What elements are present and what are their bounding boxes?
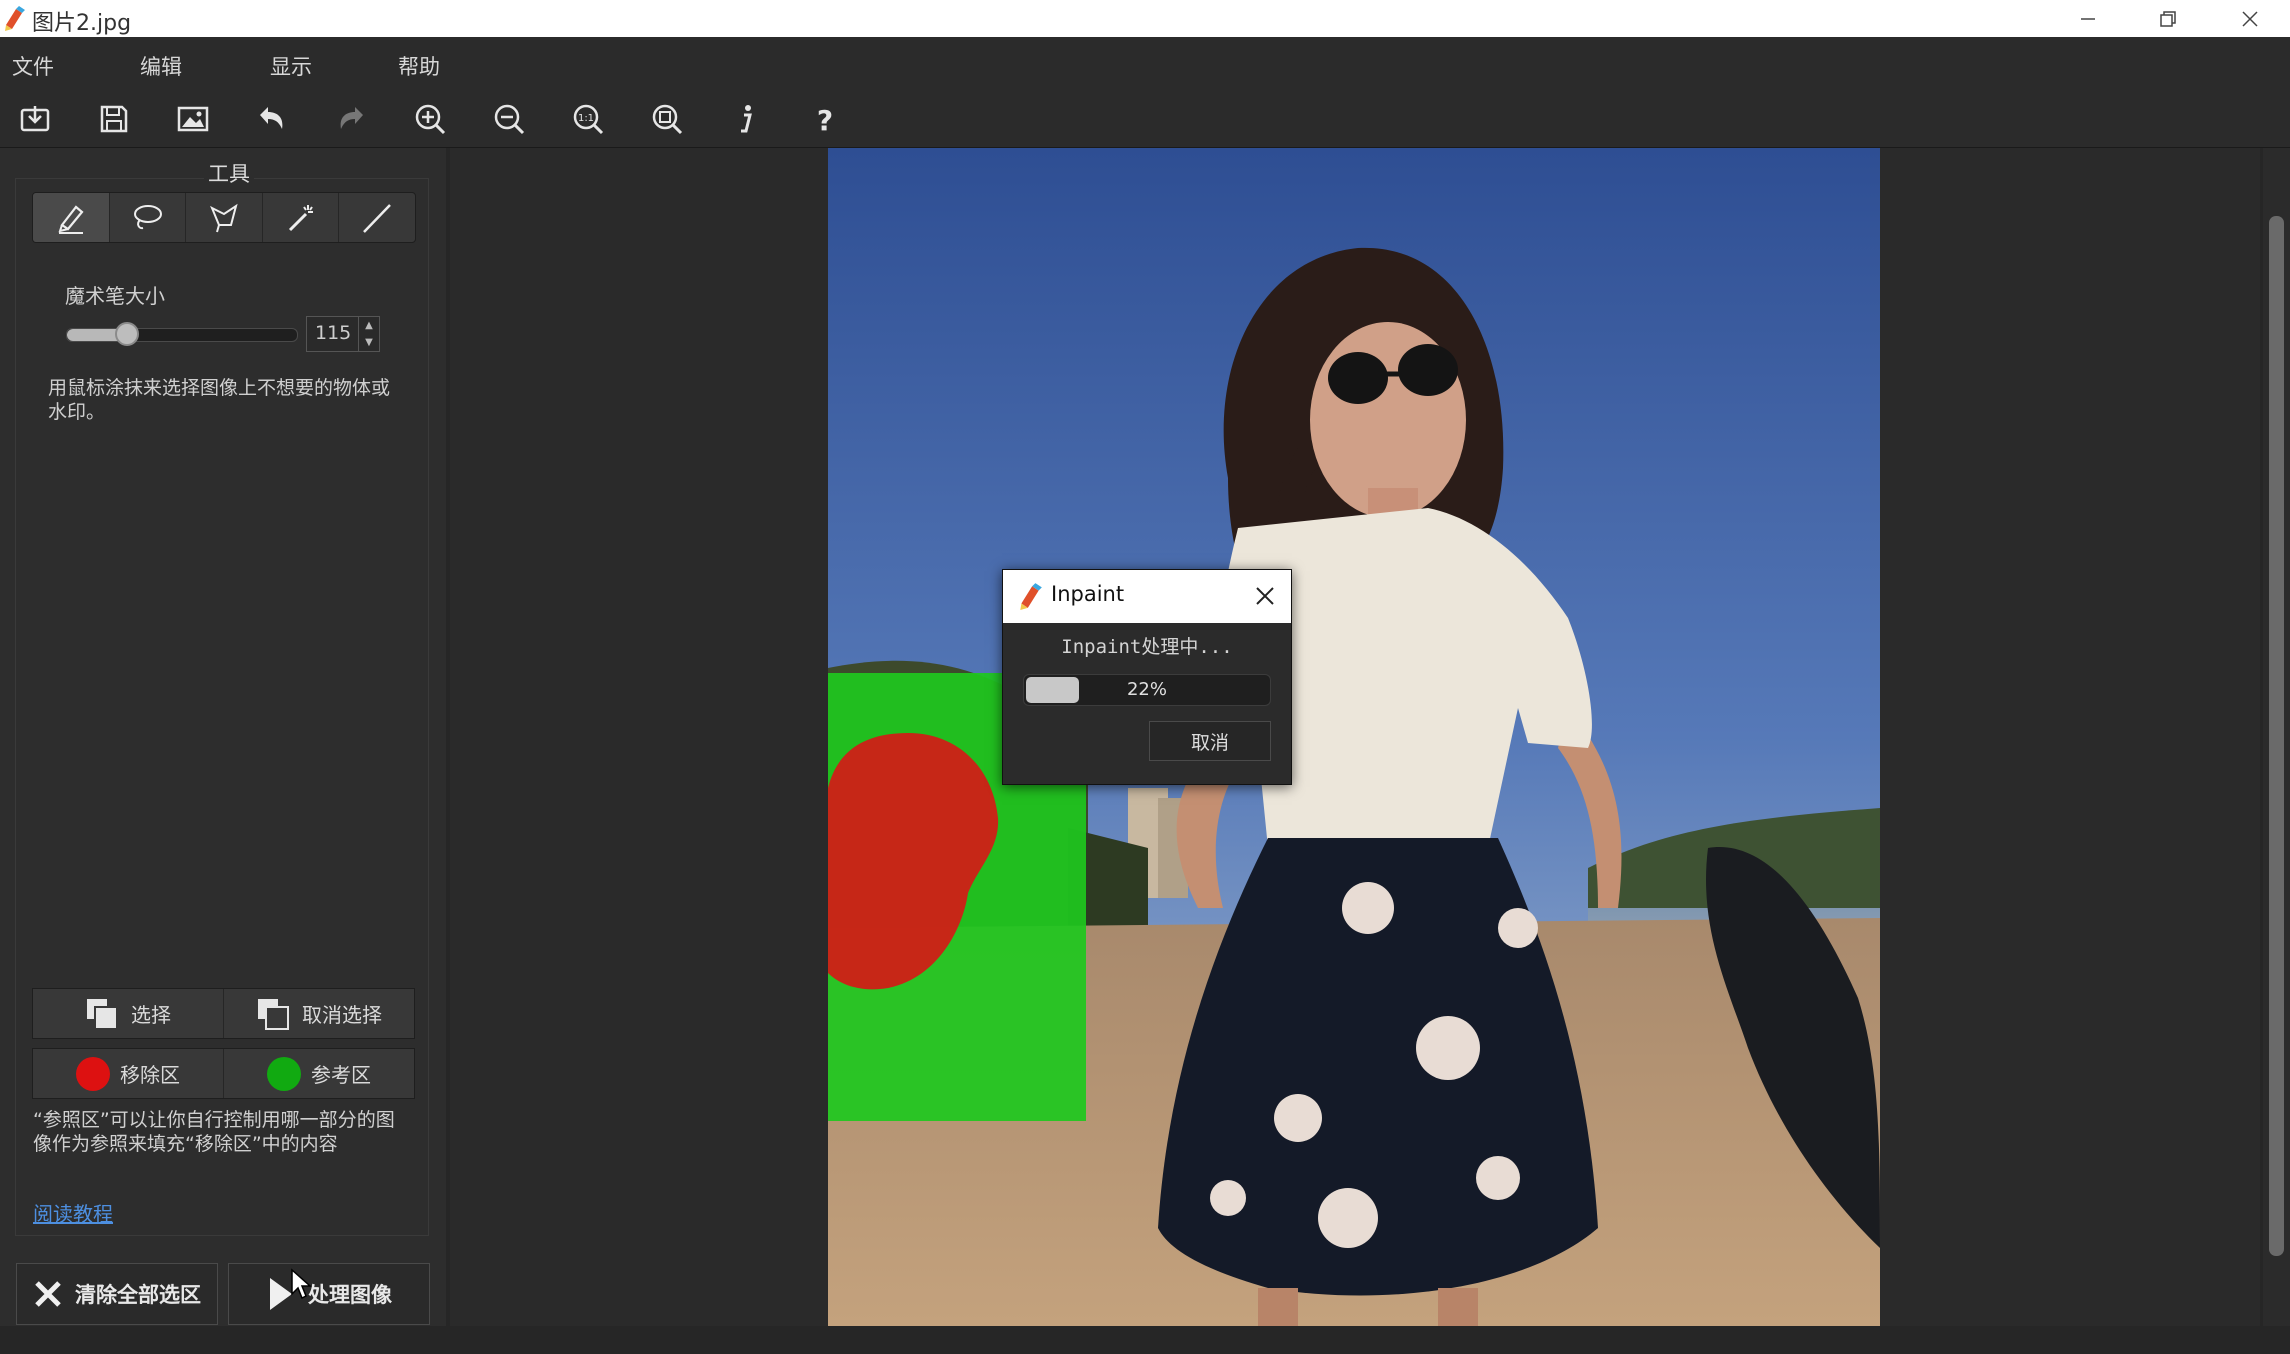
tool-lasso[interactable] (110, 193, 187, 242)
progress-bar: 22% (1023, 674, 1271, 706)
zoom-out-button[interactable] (485, 96, 533, 142)
select-icon (87, 998, 118, 1030)
menu-edit[interactable]: 编辑 (140, 51, 182, 81)
select-label: 选择 (131, 1003, 171, 1027)
app-logo-icon (1020, 583, 1042, 610)
photo-image (828, 148, 1880, 1326)
status-bar (0, 1326, 2290, 1354)
zoom-in-button[interactable] (406, 96, 454, 142)
dialog-message: Inpaint处理中... (1061, 636, 1233, 658)
deselect-icon (258, 998, 289, 1030)
marker-icon (58, 204, 84, 234)
menu-file[interactable]: 文件 (12, 51, 54, 81)
restore-button[interactable] (2128, 0, 2208, 37)
brush-size-slider[interactable] (66, 322, 298, 346)
remove-region-color-icon (76, 1056, 110, 1091)
title-bar: 图片2.jpg (0, 0, 2290, 37)
select-button[interactable]: 选择 (33, 989, 224, 1038)
zoom-in-icon (415, 104, 446, 135)
clear-all-selections-button[interactable]: 清除全部选区 (16, 1263, 218, 1325)
image-button[interactable] (169, 96, 217, 142)
dialog-cancel-button[interactable]: 取消 (1149, 721, 1271, 761)
zoom-out-icon (494, 104, 525, 135)
open-icon (20, 106, 50, 132)
tool-line[interactable] (339, 193, 415, 242)
tool-selector (32, 192, 416, 243)
actual-size-button[interactable]: 1:1 (564, 96, 612, 142)
region-buttons: 移除区 参考区 (32, 1048, 415, 1099)
tool-marker[interactable] (33, 193, 110, 242)
mouse-cursor-icon (291, 1268, 312, 1300)
open-button[interactable] (11, 96, 59, 142)
brush-size-slider-handle[interactable] (114, 322, 139, 346)
minimize-icon (2081, 17, 2095, 20)
brush-size-spinbox[interactable]: 115 ▲ ▼ (306, 316, 380, 352)
scrollbar-thumb[interactable] (2269, 216, 2284, 1256)
fit-window-button[interactable] (643, 96, 691, 142)
stepper-up-icon[interactable]: ▲ (359, 317, 379, 334)
window-title: 图片2.jpg (32, 11, 132, 36)
line-icon (363, 203, 392, 233)
photo-canvas[interactable] (828, 148, 1880, 1326)
info-button[interactable] (722, 96, 770, 142)
reference-region-label: 参考区 (311, 1063, 371, 1087)
tool-hint-text: 用鼠标涂抹来选择图像上不想要的物体或水印。 (48, 377, 391, 423)
brush-size-value: 115 (315, 322, 352, 344)
selection-buttons: 选择 取消选择 (32, 988, 415, 1039)
toolbar: 1:1 ? (0, 90, 2290, 148)
process-image-button[interactable]: 处理图像 (228, 1263, 430, 1325)
reference-region-description: “参照区”可以让你自行控制用哪一部分的图像作为参照来填充“移除区”中的内容 (33, 1109, 395, 1155)
redo-icon (340, 107, 363, 129)
remove-region-button[interactable]: 移除区 (33, 1049, 224, 1098)
stepper-down-icon[interactable]: ▼ (359, 334, 379, 351)
tool-magic-wand[interactable] (263, 193, 340, 242)
vertical-scrollbar[interactable] (2263, 148, 2290, 1326)
tool-panel: 工具 魔术笔大小 115 ▲ ▼ 用鼠标涂抹来选择图像上不想要的物体或水印。 选… (0, 148, 446, 1354)
polygon-lasso-icon (210, 203, 238, 232)
process-image-label: 处理图像 (308, 1283, 392, 1307)
undo-icon (260, 107, 283, 129)
help-icon: ? (817, 104, 833, 137)
remove-region-label: 移除区 (120, 1063, 180, 1087)
image-icon (177, 106, 209, 132)
menu-view[interactable]: 显示 (270, 51, 312, 81)
magic-wand-icon (288, 204, 313, 231)
fit-window-icon (652, 104, 683, 135)
progress-percent-label: 22% (1126, 679, 1167, 700)
clear-all-label: 清除全部选区 (75, 1283, 201, 1307)
reference-region-button[interactable]: 参考区 (224, 1049, 414, 1098)
close-button[interactable] (2210, 0, 2290, 37)
lasso-icon (134, 204, 163, 229)
actual-size-icon: 1:1 (573, 104, 604, 135)
tool-polygon-lasso[interactable] (186, 193, 263, 242)
brush-size-stepper[interactable]: ▲ ▼ (358, 317, 379, 351)
tutorial-link[interactable]: 阅读教程 (33, 1198, 113, 1227)
minimize-button[interactable] (2048, 0, 2128, 37)
undo-button[interactable] (248, 96, 296, 142)
clear-x-icon (35, 1281, 61, 1307)
menu-bar: 文件 编辑 显示 帮助 (0, 37, 2290, 90)
deselect-label: 取消选择 (302, 1003, 382, 1027)
tools-section-title: 工具 (204, 158, 254, 188)
svg-text:?: ? (817, 104, 833, 137)
save-button[interactable] (90, 96, 138, 142)
save-icon (100, 105, 128, 133)
dialog-close-icon[interactable] (1253, 584, 1277, 608)
info-icon (741, 105, 752, 133)
menu-help[interactable]: 帮助 (398, 51, 440, 81)
app-logo-icon (5, 6, 25, 31)
inpaint-progress-dialog: Inpaint Inpaint处理中... 22% 取消 (1002, 569, 1292, 785)
svg-text:1:1: 1:1 (578, 113, 594, 124)
reference-region-color-icon (267, 1056, 301, 1091)
redo-button[interactable] (327, 96, 375, 142)
help-button[interactable]: ? (801, 96, 849, 142)
close-icon (2242, 10, 2258, 27)
restore-icon (2160, 10, 2176, 27)
brush-size-label: 魔术笔大小 (65, 284, 165, 308)
deselect-button[interactable]: 取消选择 (224, 989, 414, 1038)
dialog-title: Inpaint (1051, 582, 1125, 606)
dialog-title-bar: Inpaint (1003, 570, 1291, 623)
